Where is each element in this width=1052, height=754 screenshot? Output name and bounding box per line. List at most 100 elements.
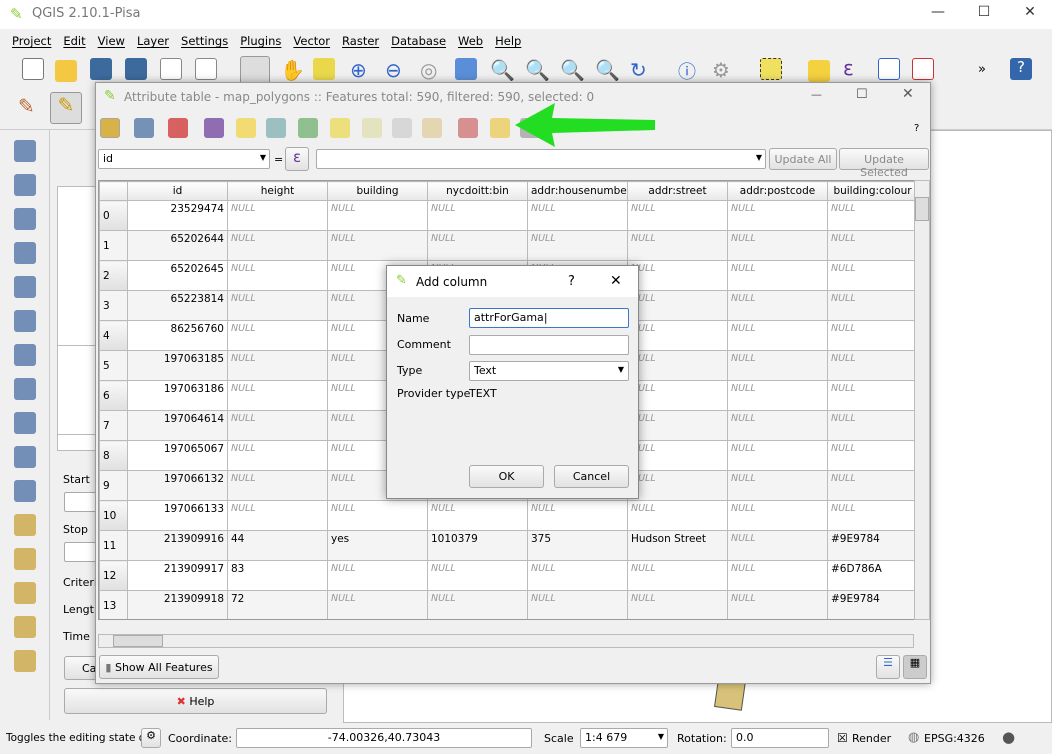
run-action-icon[interactable]: ⚙ — [712, 58, 734, 82]
select-features-icon[interactable] — [760, 58, 782, 80]
refresh-icon[interactable]: ↻ — [630, 58, 652, 82]
column-header[interactable]: nycdoitt:bin — [427, 181, 528, 201]
row-header[interactable]: 3 — [99, 290, 128, 321]
table-row[interactable]: 12 213909917 83 NULL NULL NULL NULL NULL #6D786A — [99, 560, 915, 591]
table-cell[interactable]: NULL — [727, 290, 828, 321]
table-cell[interactable]: NULL — [727, 200, 828, 231]
column-header[interactable]: addr:postcode — [727, 181, 828, 201]
table-cell[interactable]: 44 — [227, 530, 328, 561]
table-cell[interactable]: NULL — [727, 590, 828, 619]
table-row[interactable]: 11 213909916 44 yes 1010379 375 Hudson Street N… — [99, 530, 915, 561]
delete-column-icon[interactable] — [458, 118, 478, 138]
table-cell[interactable]: NULL — [827, 320, 915, 351]
table-cell[interactable]: 197063186 — [127, 380, 228, 411]
move-selection-top-icon[interactable] — [266, 118, 286, 138]
table-cell[interactable]: NULL — [227, 380, 328, 411]
corner-cell[interactable] — [99, 181, 128, 201]
coordinate-input[interactable]: -74.00326,40.73043 — [236, 728, 532, 748]
zoom-full-icon[interactable] — [455, 58, 477, 80]
ok-button[interactable]: OK — [469, 465, 544, 488]
table-cell[interactable]: 1010379 — [427, 530, 528, 561]
update-selected-button[interactable]: Update Selected — [839, 148, 929, 179]
table-view-button[interactable]: ▦ — [903, 655, 927, 679]
offline-editing-icon[interactable] — [14, 650, 36, 672]
row-header[interactable]: 13 — [99, 590, 128, 619]
menu-raster[interactable]: Raster — [336, 30, 385, 52]
update-all-button[interactable]: Update All — [769, 148, 837, 170]
menu-web[interactable]: Web — [452, 30, 489, 52]
new-composer-icon[interactable] — [160, 58, 182, 80]
table-cell[interactable]: NULL — [527, 590, 628, 619]
add-vector-layer-icon[interactable] — [14, 140, 36, 162]
table-cell[interactable]: NULL — [627, 410, 728, 441]
zoom-out-icon[interactable]: ⊖ — [385, 58, 407, 82]
select-by-expression-icon[interactable] — [204, 118, 224, 138]
row-header[interactable]: 1 — [99, 230, 128, 261]
maximize-button[interactable]: ☐ — [856, 87, 868, 102]
menu-edit[interactable]: Edit — [57, 30, 91, 52]
column-header[interactable]: id — [127, 181, 228, 201]
messages-icon[interactable]: ⚙ — [141, 728, 161, 748]
table-cell[interactable]: NULL — [327, 560, 428, 591]
horizontal-scrollbar[interactable] — [98, 634, 914, 648]
message-log-icon[interactable]: ● — [1002, 728, 1015, 746]
pan-to-selected-icon[interactable] — [330, 118, 350, 138]
row-header[interactable]: 8 — [99, 440, 128, 471]
table-cell[interactable]: NULL — [427, 590, 528, 619]
row-header[interactable]: 0 — [99, 200, 128, 231]
close-button[interactable]: ✕ — [902, 86, 914, 102]
add-postgis-layer-icon[interactable] — [14, 208, 36, 230]
table-cell[interactable]: NULL — [727, 440, 828, 471]
table-cell[interactable]: NULL — [827, 380, 915, 411]
save-as-icon[interactable] — [125, 58, 147, 80]
table-cell[interactable]: NULL — [427, 560, 528, 591]
menu-vector[interactable]: Vector — [287, 30, 336, 52]
table-cell[interactable]: 213909916 — [127, 530, 228, 561]
new-column-icon[interactable] — [490, 118, 510, 138]
table-cell[interactable]: NULL — [227, 320, 328, 351]
new-project-icon[interactable] — [22, 58, 44, 80]
deselect-icon[interactable] — [808, 60, 830, 82]
row-header[interactable]: 7 — [99, 410, 128, 441]
row-header[interactable]: 5 — [99, 350, 128, 381]
table-cell[interactable]: NULL — [627, 440, 728, 471]
row-header[interactable]: 12 — [99, 560, 128, 591]
table-cell[interactable]: NULL — [727, 530, 828, 561]
table-cell[interactable]: NULL — [527, 200, 628, 231]
zoom-in-icon[interactable]: ⊕ — [350, 58, 372, 82]
new-shapefile-layer-icon[interactable] — [14, 514, 36, 536]
table-cell[interactable]: 23529474 — [127, 200, 228, 231]
type-select[interactable]: Text ▼ — [469, 361, 629, 381]
table-cell[interactable]: 72 — [227, 590, 328, 619]
crs-button[interactable]: EPSG:4326 — [924, 732, 985, 745]
table-cell[interactable]: NULL — [327, 230, 428, 261]
zoom-to-selected-icon[interactable] — [362, 118, 382, 138]
table-cell[interactable]: NULL — [227, 200, 328, 231]
table-cell[interactable]: NULL — [427, 500, 528, 531]
table-cell[interactable]: #9E9784 — [827, 530, 915, 561]
zoom-actual-icon[interactable]: ◎ — [420, 58, 442, 82]
table-cell[interactable]: NULL — [427, 230, 528, 261]
menu-layer[interactable]: Layer — [131, 30, 175, 52]
add-oracle-layer-icon[interactable] — [14, 310, 36, 332]
table-cell[interactable]: NULL — [627, 470, 728, 501]
table-cell[interactable]: NULL — [827, 470, 915, 501]
row-header[interactable]: 11 — [99, 530, 128, 561]
zoom-selection-icon[interactable]: 🔍 — [490, 58, 515, 82]
table-row[interactable]: 1 65202644 NULL NULL NULL NULL NULL NULL NULL — [99, 230, 915, 261]
row-header[interactable]: 6 — [99, 380, 128, 411]
table-cell[interactable]: NULL — [227, 260, 328, 291]
zoom-last-icon[interactable]: 🔍 — [560, 58, 585, 82]
table-cell[interactable]: NULL — [727, 260, 828, 291]
save-project-icon[interactable] — [90, 58, 112, 80]
touch-zoom-pan-icon[interactable] — [240, 56, 270, 84]
scale-select[interactable]: 1:4 679 ▼ — [580, 728, 668, 748]
minimize-button[interactable]: — — [918, 4, 958, 20]
coordinate-capture-icon[interactable] — [14, 582, 36, 604]
table-cell[interactable]: 197066133 — [127, 500, 228, 531]
comment-input[interactable] — [469, 335, 629, 355]
vertical-scrollbar[interactable] — [914, 180, 930, 620]
table-cell[interactable]: NULL — [527, 500, 628, 531]
save-edits-icon[interactable] — [134, 118, 154, 138]
table-cell[interactable]: NULL — [627, 380, 728, 411]
